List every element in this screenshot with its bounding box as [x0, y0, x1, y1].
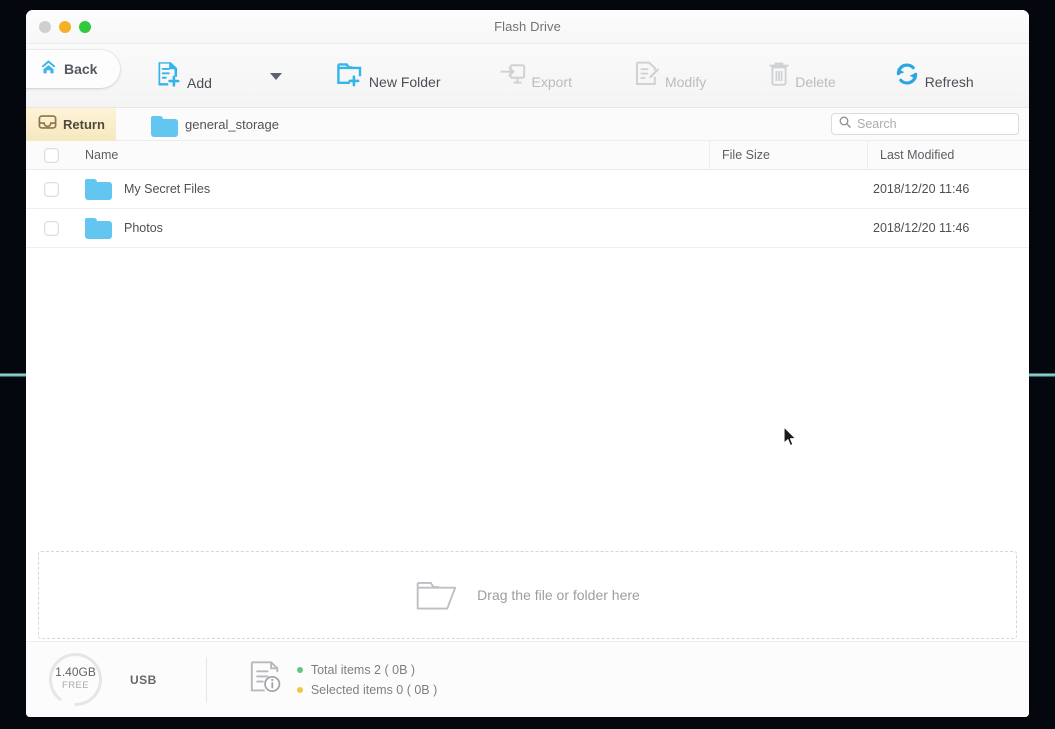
- row-modified-label: 2018/12/20 11:46: [873, 182, 970, 196]
- selected-items-label: Selected items 0 ( 0B ): [310, 682, 438, 697]
- folder-icon: [151, 116, 178, 137]
- column-header-size-label: File Size: [722, 148, 770, 162]
- refresh-button[interactable]: Refresh: [894, 61, 974, 92]
- export-icon: [499, 61, 527, 92]
- return-button[interactable]: Return: [26, 107, 116, 141]
- folder-icon: [85, 217, 112, 239]
- drop-zone[interactable]: Drag the file or folder here: [38, 551, 1017, 639]
- window-titlebar: Flash Drive: [26, 10, 1029, 44]
- free-space-value: 1.40GB: [55, 665, 96, 679]
- free-space-gauge: 1.40GB FREE: [47, 651, 104, 708]
- export-button-label: Export: [531, 73, 572, 90]
- caret-down-icon[interactable]: [269, 72, 282, 80]
- row-name-cell: Photos: [77, 217, 709, 239]
- back-button[interactable]: Back: [26, 50, 120, 88]
- refresh-button-label: Refresh: [924, 73, 974, 90]
- search-icon: [839, 115, 851, 133]
- export-button[interactable]: Export: [499, 61, 572, 92]
- free-space-label: FREE: [62, 680, 89, 691]
- status-divider: [205, 656, 207, 703]
- screen: Flash Drive Back Add New Folder Export M…: [0, 0, 1055, 729]
- document-info-icon: [248, 660, 284, 699]
- add-button[interactable]: Add: [156, 60, 212, 93]
- modify-icon: [634, 60, 660, 92]
- column-header-modified[interactable]: Last Modified: [867, 140, 1029, 170]
- breadcrumb-label: general_storage: [185, 116, 279, 132]
- breadcrumb-bar: Return general_storage: [26, 107, 1029, 141]
- items-info: Total items 2 ( 0B ) Selected items 0 ( …: [248, 660, 437, 699]
- row-modified-label: 2018/12/20 11:46: [873, 221, 970, 235]
- empty-list-area[interactable]: [26, 248, 1029, 551]
- delete-button-label: Delete: [795, 73, 836, 90]
- toolbar-items: Add New Folder Export Modify Delete Refr…: [136, 44, 1029, 108]
- window-title: Flash Drive: [494, 19, 561, 34]
- back-button-label: Back: [64, 61, 98, 77]
- row-checkbox[interactable]: [44, 220, 59, 236]
- add-file-icon: [156, 60, 182, 93]
- new-folder-icon: [336, 61, 364, 92]
- select-all-checkbox[interactable]: [44, 147, 59, 163]
- table-row[interactable]: Photos 2018/12/20 11:46: [26, 209, 1029, 248]
- table-header: Name File Size Last Modified: [26, 140, 1029, 170]
- column-header-name-label: Name: [85, 148, 119, 162]
- row-select-cell: [26, 181, 77, 197]
- modify-button-label: Modify: [664, 74, 707, 90]
- column-header-modified-label: Last Modified: [880, 148, 955, 162]
- flash-drive-window: Flash Drive Back Add New Folder Export M…: [26, 10, 1029, 717]
- folder-icon: [85, 178, 112, 200]
- column-header-name[interactable]: Name: [77, 146, 709, 164]
- selected-items-row: Selected items 0 ( 0B ): [296, 682, 438, 697]
- table-row[interactable]: My Secret Files 2018/12/20 11:46: [26, 170, 1029, 209]
- drop-zone-label: Drag the file or folder here: [477, 587, 640, 603]
- return-button-label: Return: [63, 116, 105, 132]
- new-folder-button-label: New Folder: [368, 73, 441, 90]
- delete-button[interactable]: Delete: [768, 61, 836, 92]
- selected-items-bullet: [296, 686, 303, 693]
- breadcrumb-item-general-storage[interactable]: general_storage: [151, 116, 279, 137]
- total-items-row: Total items 2 ( 0B ): [296, 662, 437, 677]
- toolbar: Back Add New Folder Export Modify Delete…: [26, 44, 1029, 108]
- row-name-cell: My Secret Files: [77, 178, 709, 200]
- status-bar: 1.40GB FREE USB Total items 2 (0B) Sel…: [26, 641, 1029, 717]
- row-name-label: Photos: [124, 221, 163, 235]
- row-select-cell: [26, 220, 77, 236]
- modify-button[interactable]: Modify: [634, 60, 706, 92]
- column-header-size[interactable]: File Size: [709, 140, 867, 170]
- select-all-cell: [26, 147, 77, 163]
- row-checkbox[interactable]: [44, 181, 59, 197]
- inbox-tray-icon: [38, 114, 57, 135]
- new-folder-button[interactable]: New Folder: [336, 61, 441, 92]
- search-box[interactable]: [831, 113, 1019, 135]
- home-icon: [40, 59, 57, 80]
- device-label: USB: [130, 672, 157, 687]
- items-info-lines: Total items 2 ( 0B ) Selected items 0 ( …: [296, 662, 438, 697]
- refresh-icon: [894, 61, 920, 92]
- trash-icon: [768, 61, 790, 92]
- row-name-label: My Secret Files: [124, 182, 211, 196]
- add-button-label: Add: [187, 74, 212, 91]
- file-list: My Secret Files 2018/12/20 11:46 Photos …: [26, 170, 1029, 551]
- search-input[interactable]: [857, 117, 1007, 131]
- total-items-bullet: [296, 666, 303, 673]
- folder-outline-icon: [415, 575, 459, 616]
- total-items-label: Total items 2 ( 0B ): [310, 662, 416, 677]
